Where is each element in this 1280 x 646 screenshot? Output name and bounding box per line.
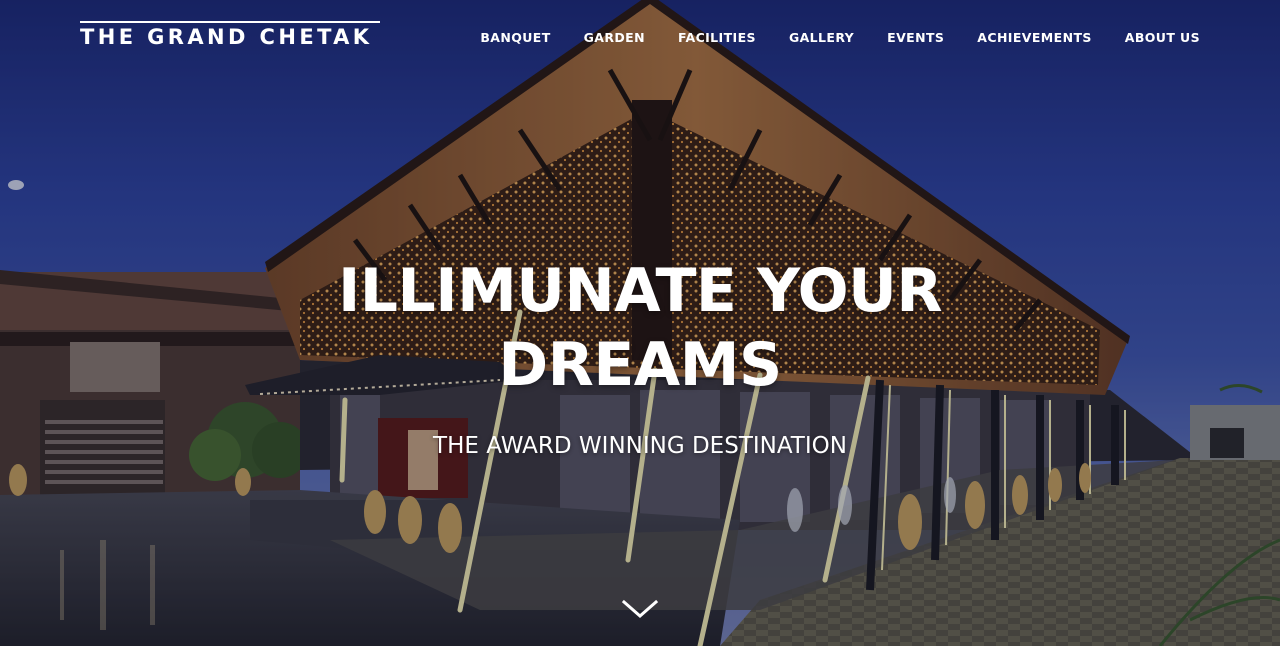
- main-navigation: BANQUET GARDEN FACILITIES GALLERY EVENTS…: [480, 30, 1200, 46]
- site-header: THE GRAND CHETAK BANQUET GARDEN FACILITI…: [0, 0, 1280, 80]
- nav-item-about-us[interactable]: ABOUT US: [1125, 30, 1200, 46]
- hero-section: THE GRAND CHETAK BANQUET GARDEN FACILITI…: [0, 0, 1280, 646]
- nav-item-achievements[interactable]: ACHIEVEMENTS: [977, 30, 1091, 46]
- scroll-down-button[interactable]: [620, 596, 660, 622]
- hero-headline: ILLIMUNATE YOUR DREAMS: [240, 254, 1040, 402]
- chevron-down-icon: [621, 599, 659, 618]
- nav-item-facilities[interactable]: FACILITIES: [678, 30, 756, 46]
- hero-headline-line-2: DREAMS: [498, 330, 782, 400]
- nav-item-events[interactable]: EVENTS: [887, 30, 944, 46]
- nav-item-gallery[interactable]: GALLERY: [789, 30, 854, 46]
- site-logo[interactable]: THE GRAND CHETAK: [80, 21, 380, 49]
- hero-headline-line-1: ILLIMUNATE YOUR: [337, 256, 943, 326]
- nav-item-garden[interactable]: GARDEN: [584, 30, 645, 46]
- nav-item-banquet[interactable]: BANQUET: [480, 30, 550, 46]
- hero-subheadline: THE AWARD WINNING DESTINATION: [433, 433, 847, 459]
